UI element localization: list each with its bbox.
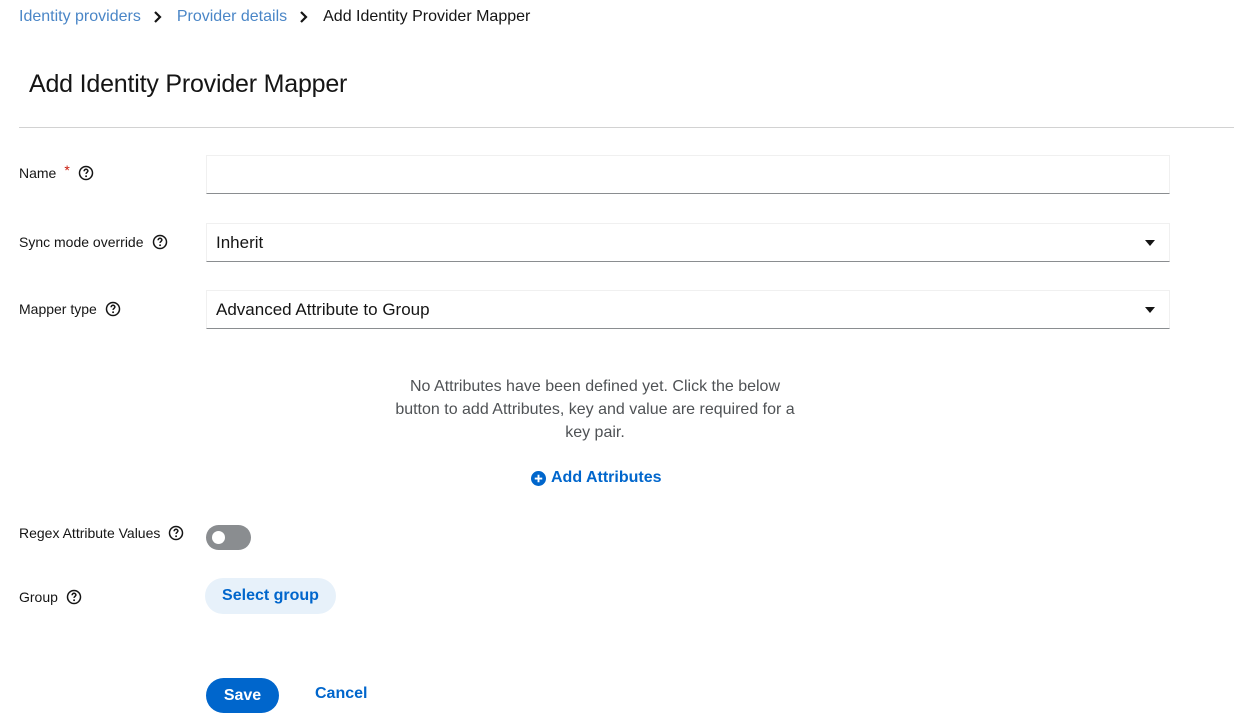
select-group-button[interactable]: Select group xyxy=(205,578,336,614)
breadcrumb-link-identity-providers[interactable]: Identity providers xyxy=(19,8,141,26)
mapper-type-select[interactable]: Advanced Attribute to Group xyxy=(206,290,1170,329)
help-icon[interactable] xyxy=(105,301,121,317)
attributes-empty-message: No Attributes have been defined yet. Cli… xyxy=(395,378,795,441)
mapper-type-value: Advanced Attribute to Group xyxy=(216,299,430,319)
breadcrumb-current: Add Identity Provider Mapper xyxy=(323,8,531,25)
caret-down-icon xyxy=(1145,239,1155,246)
help-icon[interactable] xyxy=(66,589,82,605)
name-label-text: Name xyxy=(19,165,57,181)
sync-mode-label-text: Sync mode override xyxy=(19,234,144,250)
group-label: Group xyxy=(19,589,82,605)
group-label-text: Group xyxy=(19,589,58,605)
chevron-right-icon xyxy=(153,11,163,23)
name-field xyxy=(206,155,1170,194)
caret-down-icon xyxy=(1145,306,1155,313)
divider xyxy=(19,127,1234,128)
help-icon[interactable] xyxy=(152,234,168,250)
toggle-knob xyxy=(212,531,225,544)
name-input[interactable] xyxy=(207,156,1169,193)
sync-mode-value: Inherit xyxy=(216,232,264,252)
regex-label: Regex Attribute Values xyxy=(19,525,184,541)
mapper-type-label: Mapper type xyxy=(19,301,121,317)
help-icon[interactable] xyxy=(78,165,94,181)
sync-mode-label: Sync mode override xyxy=(19,234,168,250)
plus-circle-icon xyxy=(531,470,546,486)
required-indicator: * xyxy=(64,162,70,178)
regex-toggle[interactable] xyxy=(206,525,251,550)
save-button[interactable]: Save xyxy=(206,678,279,713)
sync-mode-select[interactable]: Inherit xyxy=(206,223,1170,262)
chevron-right-icon xyxy=(299,11,309,23)
breadcrumb: Identity providers Provider details Add … xyxy=(19,8,530,26)
breadcrumb-link-provider-details[interactable]: Provider details xyxy=(177,8,287,26)
page-title: Add Identity Provider Mapper xyxy=(29,70,348,98)
regex-label-text: Regex Attribute Values xyxy=(19,525,161,541)
name-label: Name * xyxy=(19,162,94,181)
cancel-button[interactable]: Cancel xyxy=(315,685,367,703)
help-icon[interactable] xyxy=(168,525,184,541)
add-attributes-label: Add Attributes xyxy=(551,469,662,486)
add-attributes-button[interactable]: Add Attributes xyxy=(531,469,662,487)
mapper-type-label-text: Mapper type xyxy=(19,301,97,317)
